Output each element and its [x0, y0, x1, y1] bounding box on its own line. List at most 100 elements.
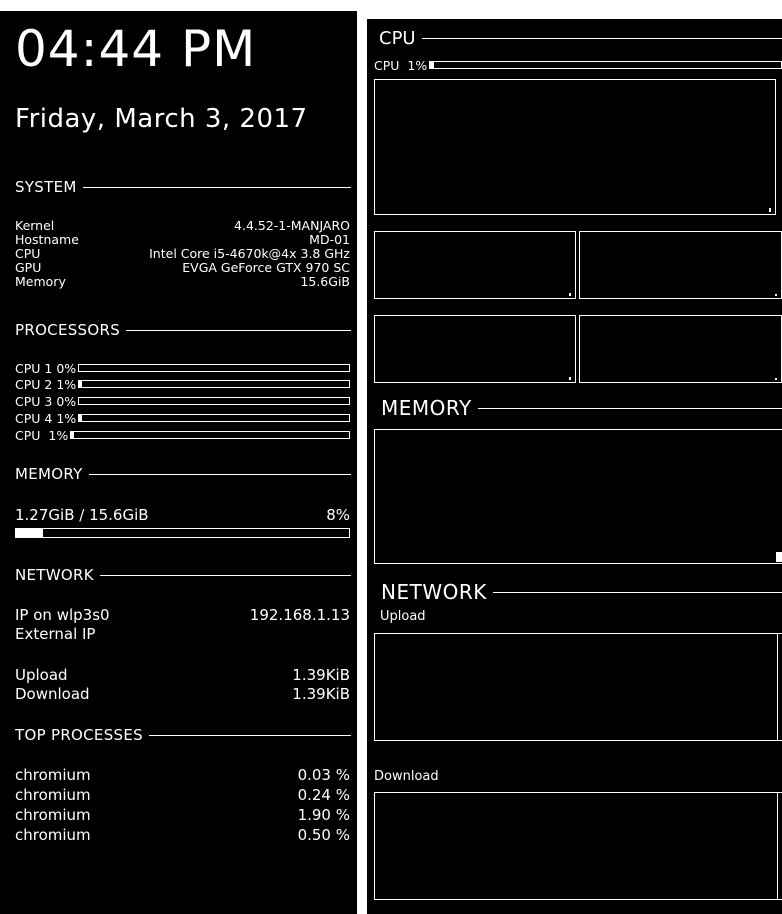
process-cpu: 0.50 % [297, 826, 350, 844]
cpu-core-label: CPU 3 0% [15, 393, 77, 409]
cpu-graph-section-header: CPU [379, 27, 782, 49]
cpu-total-label: CPU 1% [15, 427, 69, 443]
download-row: Download 1.39KiB [15, 684, 350, 704]
cpu-total-bar [70, 431, 350, 439]
graph-spike [775, 378, 777, 380]
cpu-core-bar [78, 380, 350, 388]
cpu-core-label: CPU 4 1% [15, 410, 77, 426]
memory-heading: MEMORY [15, 465, 83, 483]
cpu-core-4-graph [579, 315, 782, 383]
external-ip-label: External IP [15, 625, 96, 643]
upload-value: 1.39KiB [292, 666, 350, 684]
kernel-label: Kernel [15, 218, 55, 233]
network-heading: NETWORK [15, 566, 94, 584]
memory-label: Memory [15, 274, 66, 289]
gpu-label: GPU [15, 260, 42, 275]
cpu-core-bar [78, 414, 350, 422]
cpu-total-bar-fill [71, 432, 74, 438]
graph-spike [569, 293, 571, 296]
cpu-core-2-graph [579, 231, 782, 299]
network-graph-section-header: NETWORK [381, 579, 782, 605]
divider-line [82, 186, 351, 188]
memory-section-header: MEMORY [15, 464, 351, 484]
system-row-kernel: Kernel 4.4.52-1-MANJARO [15, 219, 350, 233]
system-row-hostname: Hostname MD-01 [15, 233, 350, 247]
process-cpu: 0.03 % [297, 766, 350, 784]
process-name: chromium [15, 786, 91, 804]
download-graph-edge [777, 792, 782, 900]
processors-section-header: PROCESSORS [15, 320, 351, 340]
system-row-gpu: GPU EVGA GeForce GTX 970 SC [15, 261, 350, 275]
memory-percent: 8% [326, 506, 350, 524]
hostname-value: MD-01 [309, 232, 350, 247]
clock: 04:44 PM [15, 20, 257, 78]
divider-line [477, 407, 782, 409]
cpu-core-bar [78, 364, 350, 372]
upload-label: Upload [15, 666, 68, 684]
download-graph [374, 792, 778, 900]
upload-graph-edge [777, 633, 782, 741]
cpu-core-label: CPU 1 0% [15, 360, 77, 376]
process-name: chromium [15, 766, 91, 784]
network-section-header: NETWORK [15, 565, 351, 585]
hostname-label: Hostname [15, 232, 79, 247]
graph-spike [769, 208, 771, 212]
cpu-graph-heading: CPU [379, 27, 416, 49]
process-row: chromium 0.24 % [15, 785, 350, 805]
system-row-cpu: CPU Intel Core i5-4670k@4x 3.8 GHz [15, 247, 350, 261]
cpu-total-graph [374, 79, 776, 215]
cpu-graph-total-bar-fill [430, 62, 434, 68]
memory-usage: 1.27GiB / 15.6GiB [15, 506, 149, 524]
process-cpu: 0.24 % [297, 786, 350, 804]
divider-line [126, 329, 351, 331]
divider-line [88, 473, 351, 475]
cpu-value: Intel Core i5-4670k@4x 3.8 GHz [149, 246, 350, 261]
cpu-core-row: CPU 4 1% [15, 410, 350, 426]
graph-spike [776, 552, 782, 562]
memory-value: 15.6GiB [300, 274, 350, 289]
graph-spike [569, 377, 571, 380]
cpu-core-label: CPU 2 1% [15, 376, 77, 392]
top-processes-section-header: TOP PROCESSES [15, 725, 351, 745]
cpu-core-row: CPU 1 0% [15, 360, 350, 376]
divider-line [421, 37, 782, 39]
memory-graph-heading: MEMORY [381, 396, 472, 420]
external-ip-row: External IP [15, 624, 350, 644]
process-name: chromium [15, 806, 91, 824]
divider-line [492, 591, 782, 593]
process-row: chromium 1.90 % [15, 805, 350, 825]
memory-bar [15, 528, 350, 538]
download-label: Download [15, 685, 90, 703]
processors-heading: PROCESSORS [15, 321, 121, 339]
memory-graph [374, 429, 782, 564]
kernel-value: 4.4.52-1-MANJARO [234, 218, 350, 233]
gpu-value: EVGA GeForce GTX 970 SC [182, 260, 350, 275]
download-graph-label: Download [374, 769, 439, 784]
system-row-memory: Memory 15.6GiB [15, 275, 350, 289]
cpu-total-row: CPU 1% [15, 427, 350, 443]
ip-label: IP on wlp3s0 [15, 606, 110, 624]
cpu-core-3-graph [374, 315, 576, 383]
system-heading: SYSTEM [15, 178, 77, 196]
divider-line [148, 734, 351, 736]
memory-graph-section-header: MEMORY [381, 395, 782, 421]
cpu-graph-total-row: CPU 1% [374, 58, 782, 73]
upload-graph-label: Upload [380, 609, 426, 624]
upload-graph [374, 633, 778, 741]
download-value: 1.39KiB [292, 685, 350, 703]
cpu-core-row: CPU 2 1% [15, 376, 350, 392]
left-conky-panel: 04:44 PM Friday, March 3, 2017 SYSTEM Ke… [0, 11, 357, 914]
cpu-label: CPU [15, 246, 41, 261]
right-conky-panel: CPU CPU 1% MEMORY NETWORK Upload Downloa… [367, 19, 782, 914]
top-processes-heading: TOP PROCESSES [15, 726, 143, 744]
graph-spike [775, 294, 777, 296]
memory-usage-row: 1.27GiB / 15.6GiB 8% [15, 505, 350, 525]
cpu-core-row: CPU 3 0% [15, 393, 350, 409]
ip-row: IP on wlp3s0 192.168.1.13 [15, 605, 350, 625]
ip-value: 192.168.1.13 [249, 606, 350, 624]
network-graph-heading: NETWORK [381, 580, 487, 604]
cpu-graph-total-bar [429, 61, 782, 69]
upload-row: Upload 1.39KiB [15, 665, 350, 685]
system-section-header: SYSTEM [15, 177, 351, 197]
cpu-core-bar-fill [79, 415, 82, 421]
